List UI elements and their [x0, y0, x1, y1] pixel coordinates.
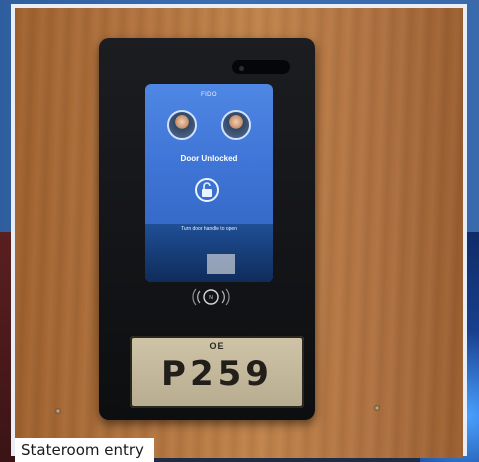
- padlock-icon: [202, 182, 212, 197]
- nfc-label: N: [209, 295, 213, 301]
- door-status: Door Unlocked: [180, 154, 238, 163]
- screw-left: [55, 408, 61, 414]
- plate-logo: OE: [209, 341, 225, 351]
- nfc-reader-icon: N: [192, 288, 230, 306]
- lock-screen: FIDO Door Unlocked Turn door handle to o…: [145, 84, 273, 282]
- room-number-plate: OE P259: [130, 336, 304, 408]
- screen-title: FIDO: [201, 92, 217, 98]
- guest-avatar-2: [221, 110, 251, 140]
- screen-instruction: Turn door handle to open: [181, 226, 237, 232]
- unlocked-lock-icon: [195, 178, 219, 202]
- screw-right: [374, 405, 380, 411]
- guest-avatar-1: [167, 110, 197, 140]
- photo-caption: Stateroom entry: [15, 438, 154, 462]
- screen-glare: [207, 254, 235, 274]
- room-number: P259: [161, 354, 273, 394]
- camera-lens: [239, 66, 244, 71]
